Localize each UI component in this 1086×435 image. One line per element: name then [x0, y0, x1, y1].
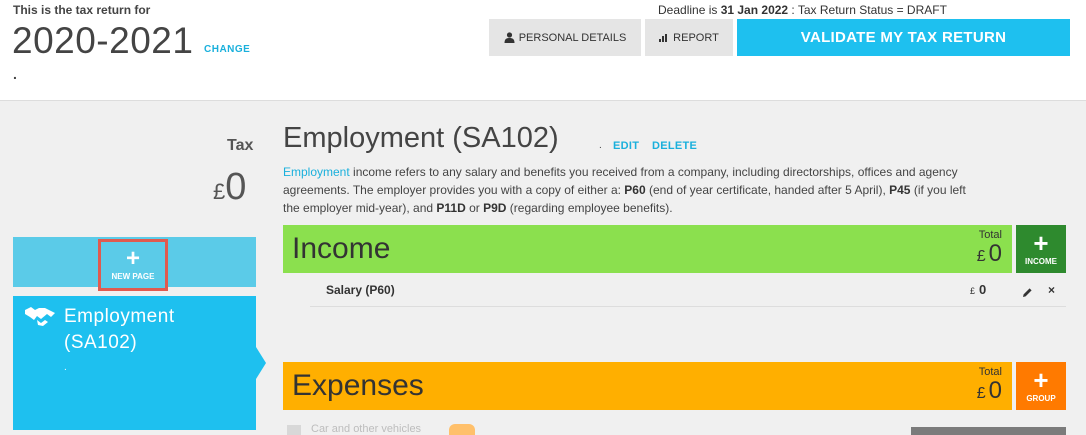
expenses-title: Expenses [292, 369, 424, 402]
count-badge [449, 424, 475, 435]
employment-help-link[interactable]: Employment [283, 165, 350, 179]
expenses-total-value: 0 [988, 377, 1002, 404]
income-total-currency: £ [976, 248, 986, 265]
handshake-icon [24, 304, 56, 333]
tax-currency: £ [213, 179, 226, 204]
page-nav-title: Employment (SA102) [64, 306, 175, 353]
expenses-total-currency: £ [976, 385, 986, 402]
desc-p45: P45 [889, 183, 911, 197]
income-row-amount: £ 0 [970, 282, 986, 297]
change-year-link[interactable]: CHANGE [204, 44, 250, 55]
section-title: Employment (SA102) [283, 122, 559, 154]
income-row-label: Salary (P60) [326, 283, 395, 297]
income-title: Income [292, 232, 391, 265]
list-item: Car and other vehicles [283, 423, 903, 435]
section-title-dot: . [599, 140, 602, 151]
car-icon [287, 425, 301, 435]
add-income-label: INCOME [1025, 257, 1057, 266]
desc-text-5: (regarding employee benefits). [506, 201, 673, 215]
active-page-arrow [256, 347, 266, 379]
return-status: : Tax Return Status = DRAFT [788, 3, 947, 17]
plus-icon: + [1033, 228, 1049, 258]
add-group-label: GROUP [1026, 394, 1056, 403]
report-button[interactable]: REPORT [645, 19, 733, 56]
personal-details-label: PERSONAL DETAILS [518, 31, 627, 44]
pencil-icon[interactable] [1022, 285, 1033, 303]
personal-details-button[interactable]: PERSONAL DETAILS [489, 19, 641, 56]
edit-section-link[interactable]: EDIT [613, 140, 639, 152]
deadline-date: 31 Jan 2022 [720, 3, 789, 17]
income-total-value: 0 [988, 240, 1002, 267]
close-icon[interactable]: × [1048, 283, 1055, 297]
bar-chart-icon [659, 34, 668, 42]
bottom-tab [911, 427, 1066, 435]
page-nav-dot: . [64, 362, 67, 373]
plus-icon: + [125, 245, 140, 272]
tax-year: 2020-2021 [12, 20, 194, 61]
tax-value: 0 [225, 166, 247, 208]
validate-tax-return-button[interactable]: VALIDATE MY TAX RETURN [737, 19, 1070, 56]
income-row-value: 0 [979, 282, 987, 297]
table-row[interactable]: Salary (P60) £ 0 × [310, 276, 1066, 307]
page-nav-employment[interactable]: Employment (SA102) . [13, 296, 256, 430]
report-label: REPORT [673, 31, 719, 44]
expense-group-label: Car and other vehicles [311, 423, 422, 435]
new-page-label: NEW PAGE [111, 272, 155, 281]
income-header-bar: Income Total £ 0 [283, 225, 1012, 273]
income-total: £ 0 [977, 240, 1002, 268]
deadline-prefix: Deadline is [658, 3, 721, 17]
top-header: This is the tax return for 2020-2021 CHA… [0, 0, 1086, 101]
new-page-button[interactable]: + NEW PAGE [98, 239, 168, 291]
delete-section-link[interactable]: DELETE [652, 140, 697, 152]
deadline-status: Deadline is 31 Jan 2022 : Tax Return Sta… [658, 3, 947, 17]
expenses-total: £ 0 [977, 377, 1002, 405]
tax-label: Tax [227, 137, 254, 154]
plus-icon: + [1033, 365, 1049, 395]
desc-p11d: P11D [436, 201, 466, 215]
tax-return-intro: This is the tax return for [13, 3, 151, 17]
add-income-button[interactable]: + INCOME [1016, 225, 1066, 273]
desc-p60: P60 [624, 183, 646, 197]
tax-amount: £ 0 [213, 166, 246, 209]
desc-p9d: P9D [483, 201, 507, 215]
income-row-currency: £ [970, 286, 976, 296]
section-description: Employment income refers to any salary a… [283, 163, 973, 217]
desc-text-4: or [465, 201, 484, 215]
desc-text-2: (end of year certificate, handed after 5… [645, 183, 890, 197]
person-icon [504, 32, 515, 43]
header-dot: . [13, 66, 17, 82]
expenses-header-bar: Expenses Total £ 0 [283, 362, 1012, 410]
add-group-button[interactable]: + GROUP [1016, 362, 1066, 410]
